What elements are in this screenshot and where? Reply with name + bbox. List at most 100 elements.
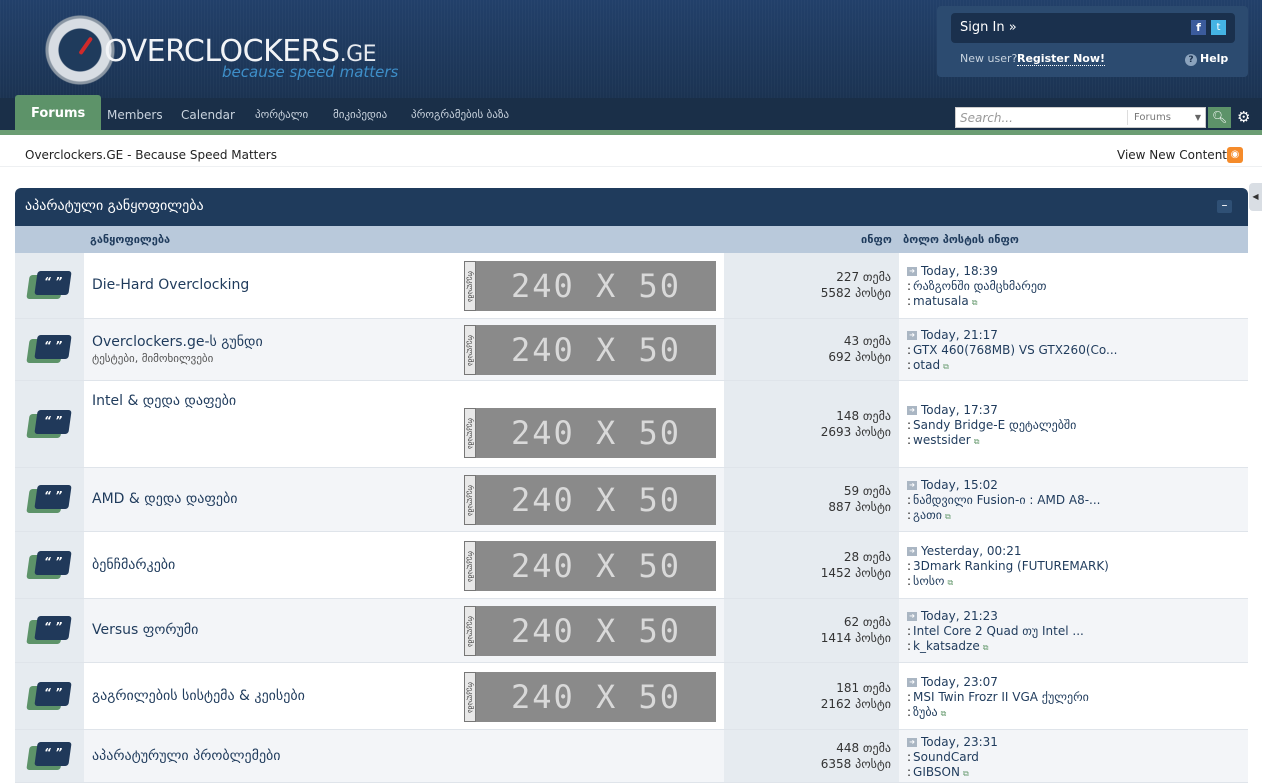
last-post-time[interactable]: ➜ Today, 23:31 bbox=[907, 735, 998, 749]
tab-forums[interactable]: Forums bbox=[15, 95, 102, 132]
forum-read-icon[interactable]: “ ” bbox=[26, 410, 72, 440]
last-post-user[interactable]: : ზუბა ⧉ bbox=[907, 705, 946, 719]
last-post-time[interactable]: ➜ Today, 15:02 bbox=[907, 478, 998, 492]
last-post-user[interactable]: : otad ⧉ bbox=[907, 358, 949, 372]
last-post-user[interactable]: : GIBSON ⧉ bbox=[907, 765, 969, 779]
forum-main-cell: Die-Hard Overclocking რეკლამა 240 X 50 bbox=[84, 253, 724, 318]
bullet: : bbox=[907, 493, 912, 507]
help-link[interactable]: ? Help bbox=[1185, 52, 1228, 66]
last-post-cell: ➜ Today, 15:02 : ნამდვილი Fusion-ი : AMD A… bbox=[899, 468, 1248, 531]
ad-banner[interactable]: რეკლამა 240 X 50 bbox=[464, 261, 716, 311]
last-post-user[interactable]: : სოსო ⧉ bbox=[907, 574, 953, 588]
forum-read-icon[interactable]: “ ” bbox=[26, 616, 72, 646]
search-input[interactable]: Search... bbox=[960, 111, 1013, 125]
go-to-post-icon: ➜ bbox=[907, 406, 917, 415]
forum-read-icon[interactable]: “ ” bbox=[26, 271, 72, 301]
tab-software-base[interactable]: პროგრამების ბაზა bbox=[411, 98, 509, 132]
forum-stats-cell: 148 თემა 2693 პოსტი bbox=[724, 381, 899, 467]
sign-in-link[interactable]: Sign In » bbox=[960, 20, 1017, 35]
forum-row: “ ” Intel & დედა დაფები რეკლამა 240 X 50… bbox=[15, 381, 1248, 468]
search-box[interactable]: Search... Forums ▼ bbox=[955, 107, 1206, 128]
tab-portal[interactable]: პორტალი bbox=[255, 98, 308, 132]
rss-icon[interactable]: ◉ bbox=[1227, 147, 1243, 163]
category-title[interactable]: აპარატული განყოფილება bbox=[25, 198, 204, 214]
twitter-icon[interactable]: t bbox=[1211, 20, 1226, 35]
forum-icon-cell: “ ” bbox=[15, 468, 84, 531]
last-post-user-text: otad bbox=[913, 358, 941, 372]
last-post-topic[interactable]: : GTX 460(768MB) VS GTX260(Co... bbox=[907, 343, 1117, 357]
forum-title[interactable]: Versus ფორუმი bbox=[92, 622, 198, 638]
last-post-user[interactable]: : გათი ⧉ bbox=[907, 508, 951, 522]
last-post-topic[interactable]: : SoundCard bbox=[907, 750, 979, 764]
tab-members[interactable]: Members bbox=[107, 98, 163, 132]
last-post-topic[interactable]: : Sandy Bridge-E დეტალებში bbox=[907, 418, 1076, 432]
last-post-user-text: k_katsadze bbox=[913, 639, 980, 653]
forum-row: “ ” Versus ფორუმი რეკლამა 240 X 50 62 თე… bbox=[15, 599, 1248, 663]
last-post-topic[interactable]: : Intel Core 2 Quad თუ Intel ... bbox=[907, 624, 1084, 638]
last-post-time[interactable]: ➜ Today, 21:23 bbox=[907, 609, 998, 623]
topic-count: 62 თემა bbox=[843, 615, 891, 629]
forum-stats-cell: 448 თემა 6358 პოსტი bbox=[724, 730, 899, 782]
last-post-topic[interactable]: : ნამდვილი Fusion-ი : AMD A8-... bbox=[907, 493, 1101, 507]
last-post-topic[interactable]: :3Dmark Ranking (FUTUREMARK) bbox=[907, 559, 1109, 573]
last-post-cell: ➜ Today, 21:23 : Intel Core 2 Quad თუ Inte… bbox=[899, 599, 1248, 662]
site-header: overclockers.ge because speed matters Si… bbox=[0, 0, 1262, 98]
forum-read-icon[interactable]: “ ” bbox=[26, 551, 72, 581]
search-scope-select[interactable]: Forums ▼ bbox=[1127, 110, 1205, 125]
forum-title[interactable]: ბენჩმარკები bbox=[92, 557, 175, 573]
last-post-user[interactable]: : westsider ⧉ bbox=[907, 433, 979, 447]
category-collapse-button[interactable]: – bbox=[1217, 199, 1232, 213]
last-post-time[interactable]: ➜ Yesterday, 00:21 bbox=[907, 544, 1021, 558]
last-post-topic[interactable]: : MSI Twin Frozr II VGA ქულერი bbox=[907, 690, 1089, 704]
last-post-time[interactable]: ➜ Today, 23:07 bbox=[907, 675, 998, 689]
post-count: 887 პოსტი bbox=[828, 500, 891, 514]
last-post-time[interactable]: ➜ Today, 17:37 bbox=[907, 403, 998, 417]
ad-banner[interactable]: რეკლამა 240 X 50 bbox=[464, 325, 716, 375]
breadcrumb[interactable]: Overclockers.GE - Because Speed Matters bbox=[25, 148, 277, 162]
last-post-time[interactable]: ➜ Today, 18:39 bbox=[907, 264, 998, 278]
ad-banner[interactable]: რეკლამა 240 X 50 bbox=[464, 475, 716, 525]
ad-banner[interactable]: რეკლამა 240 X 50 bbox=[464, 606, 716, 656]
last-post-time[interactable]: ➜ Today, 21:17 bbox=[907, 328, 998, 342]
forum-row: “ ” აპარატურული პრობლემები 448 თემა 6358… bbox=[15, 730, 1248, 783]
gear-icon[interactable]: ⚙ bbox=[1237, 108, 1250, 126]
forum-title[interactable]: AMD & დედა დაფები bbox=[92, 491, 238, 507]
quote-icon: “ ” bbox=[34, 485, 72, 509]
tab-wiki[interactable]: მიკიპედია bbox=[333, 98, 387, 132]
forum-title[interactable]: გაგრილების სისტემა & კეისები bbox=[92, 688, 305, 704]
register-link[interactable]: Register Now! bbox=[1017, 52, 1106, 66]
last-post-time-text: Today, 17:37 bbox=[921, 403, 998, 417]
category-header: აპარატული განყოფილება – bbox=[15, 188, 1248, 226]
sidebar-toggle[interactable]: ◀ bbox=[1249, 183, 1262, 211]
col-forum-header: განყოფილება bbox=[90, 233, 171, 246]
bullet: : bbox=[907, 624, 912, 638]
ad-banner[interactable]: რეკლამა 240 X 50 bbox=[464, 408, 716, 458]
facebook-icon[interactable]: f bbox=[1191, 20, 1206, 35]
last-post-user[interactable]: : matusala ⧉ bbox=[907, 294, 977, 308]
ad-banner-text: 240 X 50 bbox=[510, 331, 682, 369]
search-button[interactable]: 🔍︎ bbox=[1208, 107, 1231, 128]
bullet: : bbox=[907, 705, 912, 719]
forum-read-icon[interactable]: “ ” bbox=[26, 485, 72, 515]
forum-main-cell: ბენჩმარკები რეკლამა 240 X 50 bbox=[84, 532, 724, 598]
profile-link-icon: ⧉ bbox=[982, 643, 989, 652]
last-post-user[interactable]: : k_katsadze ⧉ bbox=[907, 639, 988, 653]
forum-read-icon[interactable]: “ ” bbox=[26, 682, 72, 712]
ad-banner[interactable]: რეკლამა 240 X 50 bbox=[464, 541, 716, 591]
forum-description: ტესტები, მიმოხილვები bbox=[92, 352, 214, 365]
last-post-time-text: Today, 21:23 bbox=[921, 609, 998, 623]
column-header: განყოფილება ინფო ბოლო პოსტის ინფო bbox=[15, 226, 1248, 253]
ad-banner[interactable]: რეკლამა 240 X 50 bbox=[464, 672, 716, 722]
forum-title[interactable]: Die-Hard Overclocking bbox=[92, 277, 249, 293]
tab-calendar[interactable]: Calendar bbox=[181, 98, 235, 132]
sign-in-bar[interactable]: Sign In » f t bbox=[951, 13, 1235, 43]
site-logo[interactable]: overclockers.ge because speed matters bbox=[44, 14, 424, 88]
forum-read-icon[interactable]: “ ” bbox=[26, 742, 72, 772]
view-new-content-link[interactable]: View New Content bbox=[1117, 148, 1227, 162]
forum-title[interactable]: Intel & დედა დაფები bbox=[92, 393, 236, 409]
last-post-topic[interactable]: : რაზგონში დამცხმარეთ bbox=[907, 279, 1047, 293]
forum-title[interactable]: Overclockers.ge-ს გუნდი bbox=[92, 334, 263, 350]
last-post-time-text: Yesterday, 00:21 bbox=[921, 544, 1022, 558]
forum-title[interactable]: აპარატურული პრობლემები bbox=[92, 748, 281, 764]
forum-read-icon[interactable]: “ ” bbox=[26, 335, 72, 365]
